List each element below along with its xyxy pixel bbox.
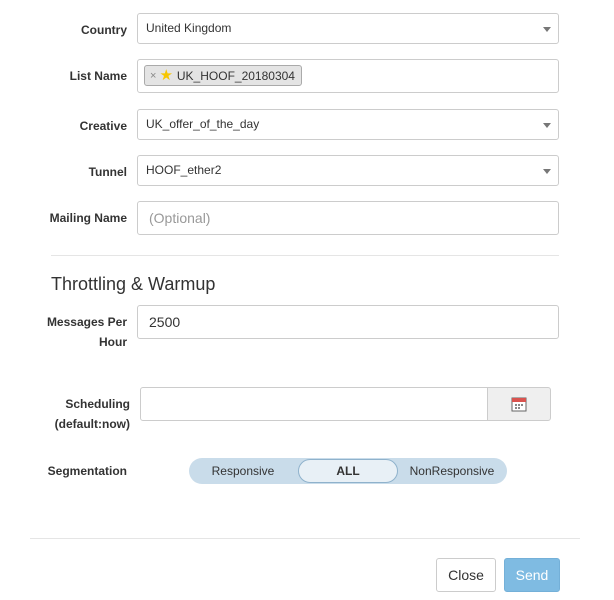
country-select[interactable]: United Kingdom bbox=[137, 13, 559, 44]
chevron-down-icon bbox=[543, 169, 551, 174]
segment-option-all[interactable]: ALL bbox=[298, 459, 398, 483]
segment-option-nonresponsive[interactable]: NonResponsive bbox=[397, 458, 507, 484]
star-icon: ★ bbox=[159, 67, 173, 84]
creative-select[interactable]: UK_offer_of_the_day bbox=[137, 109, 559, 140]
country-label: Country bbox=[81, 23, 127, 37]
list-tag-label: UK_HOOF_20180304 bbox=[176, 68, 295, 83]
send-button[interactable]: Send bbox=[504, 558, 560, 592]
messages-per-hour-label: Messages Per Hour bbox=[46, 315, 127, 349]
calendar-button[interactable] bbox=[487, 387, 551, 421]
chevron-down-icon bbox=[543, 27, 551, 32]
scheduling-input[interactable] bbox=[140, 387, 488, 421]
tag-remove-icon[interactable]: × bbox=[150, 70, 156, 82]
chevron-down-icon bbox=[543, 123, 551, 128]
country-value: United Kingdom bbox=[146, 21, 232, 35]
creative-value: UK_offer_of_the_day bbox=[146, 117, 260, 131]
mailing-name-label: Mailing Name bbox=[49, 211, 127, 225]
mailing-name-input[interactable]: (Optional) bbox=[137, 201, 559, 235]
list-name-label: List Name bbox=[69, 69, 127, 83]
calendar-icon bbox=[511, 397, 527, 412]
scheduling-label: Scheduling (default:now) bbox=[54, 397, 130, 431]
messages-per-hour-value: 2500 bbox=[149, 314, 181, 330]
footer-divider bbox=[30, 538, 580, 539]
segment-option-responsive[interactable]: Responsive bbox=[189, 458, 297, 484]
close-button[interactable]: Close bbox=[436, 558, 496, 592]
section-title: Throttling & Warmup bbox=[51, 274, 216, 294]
tunnel-select[interactable]: HOOF_ether2 bbox=[137, 155, 559, 186]
list-name-multiselect[interactable]: × ★ UK_HOOF_20180304 bbox=[137, 59, 559, 93]
messages-per-hour-input[interactable]: 2500 bbox=[137, 305, 559, 339]
list-tag: × ★ UK_HOOF_20180304 bbox=[144, 65, 302, 86]
segmentation-label: Segmentation bbox=[47, 464, 127, 478]
segmentation-toggle: Responsive ALL NonResponsive bbox=[189, 458, 507, 484]
section-divider bbox=[51, 255, 559, 256]
tunnel-value: HOOF_ether2 bbox=[146, 163, 222, 177]
mailing-name-placeholder: (Optional) bbox=[149, 210, 211, 226]
tunnel-label: Tunnel bbox=[88, 165, 127, 179]
creative-label: Creative bbox=[79, 119, 127, 133]
